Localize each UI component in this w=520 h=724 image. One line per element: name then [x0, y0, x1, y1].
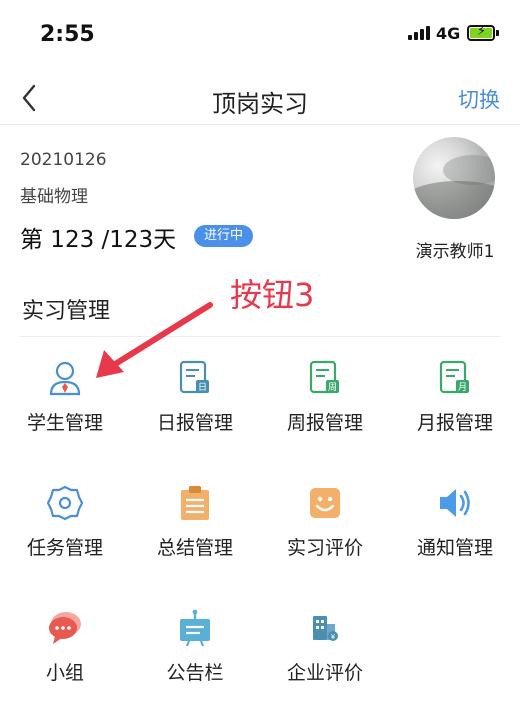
- monthly-report-icon: 月: [437, 358, 473, 398]
- smiley-evaluation-icon: [307, 483, 343, 523]
- student-icon: [47, 358, 83, 398]
- section-title: 实习管理: [22, 299, 111, 324]
- svg-text:周: 周: [328, 382, 337, 393]
- menu-item-daily-report[interactable]: 日 日报管理: [130, 340, 260, 450]
- back-button[interactable]: [12, 76, 48, 116]
- menu-item-group[interactable]: 小组: [0, 590, 130, 700]
- menu-label: 日报管理: [156, 412, 233, 434]
- menu-item-monthly-report[interactable]: 月 月报管理: [390, 340, 520, 450]
- weekly-report-icon: 周: [307, 358, 343, 398]
- status-time: 2:55: [40, 22, 95, 47]
- summary-clipboard-icon: [177, 483, 213, 523]
- page-title: 顶岗实习: [212, 90, 308, 118]
- speaker-icon: [437, 483, 473, 523]
- profile-card: 20210126 基础物理 第 123 /123天 进行中 演示教师1: [0, 125, 520, 285]
- menu-label: 实习评价: [286, 537, 363, 559]
- course-name: 基础物理: [20, 187, 88, 207]
- annotation-label: 按钮3: [230, 276, 315, 314]
- battery-icon: ⚡: [467, 24, 495, 41]
- internship-id: 20210126: [20, 150, 107, 170]
- menu-item-bulletin[interactable]: 公告栏: [130, 590, 260, 700]
- menu-label: 月报管理: [416, 412, 493, 434]
- menu-label: 总结管理: [156, 537, 233, 559]
- switch-button[interactable]: 切换: [458, 84, 500, 114]
- menu-label: 任务管理: [26, 537, 103, 559]
- network-type: 4G: [436, 24, 461, 43]
- menu-label: 小组: [45, 662, 84, 684]
- teacher-name: 演示教师1: [415, 242, 495, 262]
- task-gear-icon: [46, 483, 84, 523]
- company-building-icon: ¥: [307, 608, 343, 648]
- menu-label: 通知管理: [416, 537, 493, 559]
- menu-item-notice[interactable]: 通知管理: [390, 465, 520, 575]
- menu-label: 企业评价: [286, 662, 363, 684]
- menu-item-evaluation[interactable]: 实习评价: [260, 465, 390, 575]
- bulletin-board-icon: [177, 608, 213, 648]
- menu-item-summary[interactable]: 总结管理: [130, 465, 260, 575]
- menu-item-student[interactable]: 学生管理: [0, 340, 130, 450]
- battery-tip: [496, 30, 499, 36]
- status-bar: 2:55 4G ⚡: [0, 0, 520, 70]
- daily-report-icon: 日: [177, 358, 213, 398]
- svg-text:¥: ¥: [331, 633, 336, 641]
- svg-text:日: 日: [198, 382, 207, 393]
- menu-label: 学生管理: [26, 412, 103, 434]
- day-progress: 第 123 /123天: [20, 227, 177, 253]
- avatar[interactable]: [413, 137, 495, 219]
- nav-bar: 顶岗实习 切换: [0, 70, 520, 125]
- svg-text:月: 月: [458, 382, 467, 393]
- group-chat-icon: [47, 608, 83, 648]
- status-badge: 进行中: [194, 225, 254, 247]
- menu-label: 公告栏: [166, 662, 224, 684]
- divider: [20, 336, 500, 337]
- menu-item-company-evaluation[interactable]: ¥ 企业评价: [260, 590, 390, 700]
- menu-item-weekly-report[interactable]: 周 周报管理: [260, 340, 390, 450]
- menu-label: 周报管理: [286, 412, 363, 434]
- chevron-left-icon: [22, 84, 36, 112]
- menu-item-task[interactable]: 任务管理: [0, 465, 130, 575]
